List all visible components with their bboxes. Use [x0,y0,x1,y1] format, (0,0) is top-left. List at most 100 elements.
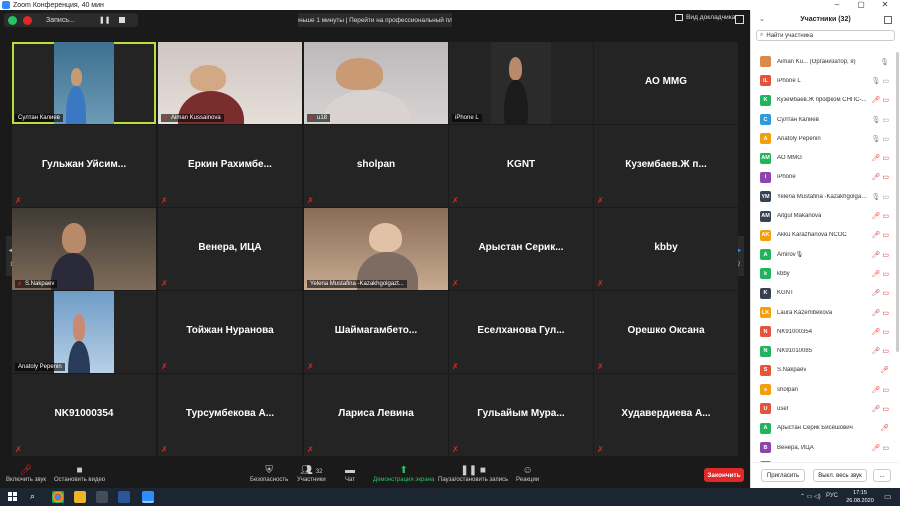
pause-recording-icon[interactable]: ❚❚ [99,16,111,24]
video-tile[interactable]: Еселханова Гул... ✗ [449,291,593,373]
participant-row[interactable]: i iPhone 🎤︎▭ [751,168,899,187]
collapse-chevron-icon[interactable]: ⌄ [759,10,765,30]
participants-scrollbar[interactable] [896,52,899,352]
video-tile[interactable]: KGNT ✗ [449,125,593,207]
participant-row[interactable]: N NK91010085 🎤︎▭ [751,341,899,360]
participant-name: Anatoly Pepenin [777,135,821,142]
video-tile[interactable]: Арыстан Серик... ✗ [449,208,593,290]
notifications-icon[interactable]: ▭ [884,492,892,501]
participant-body [504,79,529,124]
windows-start-icon[interactable] [8,492,18,502]
end-meeting-button[interactable]: Закончить [704,468,744,482]
video-tile[interactable]: Турсумбекова А... ✗ [158,374,302,456]
avatar: N [760,326,771,338]
reactions-button[interactable]: ☺ Реакции [516,465,539,483]
participant-row[interactable]: iL iPhone L 🎙︎▭ [751,71,899,90]
security-button[interactable]: ⛨ Безопасность [250,465,288,483]
video-tile[interactable]: iPhone L [449,42,593,124]
stop-recording-icon[interactable] [118,17,125,23]
video-tile[interactable]: Еркин Рахимбе... ✗ [158,125,302,207]
close-window-button[interactable]: ✕ [874,0,896,10]
video-tile[interactable]: Шаймагамбето... ✗ [304,291,448,373]
participant-row[interactable]: С Султан Калиев 🎙︎▭ [751,110,899,129]
participant-row[interactable]: S S.Nakpaev 🎤︎ [751,361,899,380]
fullscreen-icon[interactable] [735,15,744,24]
video-tile[interactable]: Гульайым Мура... ✗ [449,374,593,456]
tile-name: KGNT [506,159,536,170]
participant-row[interactable]: K KGNT 🎤︎▭ [751,284,899,303]
participant-row[interactable]: AM АО MMG 🎤︎▭ [751,148,899,167]
participant-body [68,340,90,373]
participant-row[interactable]: Aiman Ku... (Организатор, я) 🎙︎ [751,52,899,71]
chat-button[interactable]: ▬ Чат [345,465,355,483]
mic-muted-icon: 🎤︎ [880,367,891,375]
participant-row[interactable]: K Кузембаев.Ж профком СНПС-... 🎤︎▭ [751,91,899,110]
minimize-button[interactable]: – [826,0,848,10]
video-tile[interactable]: Aiman Kussainova [158,42,302,124]
video-tile[interactable]: sholpan ✗ [304,125,448,207]
participant-row[interactable]: B Венера, ИЦА 🎤︎▭ [751,438,899,457]
taskbar-clock[interactable]: 17:15 26.08.2020 [840,489,880,505]
avatar: B [760,442,771,454]
file-explorer-icon[interactable] [74,491,86,503]
participant-name: Aitgul Makanova [777,213,822,220]
participant-row[interactable]: AM Aitgul Makanova 🎤︎▭ [751,206,899,225]
video-grid: Султан Калиев Aiman Kussainova u18 iPhone L… [12,42,738,456]
video-tile[interactable]: Лариса Левина ✗ [304,374,448,456]
video-tile[interactable]: Гульжан Уйсим... ✗ [12,125,156,207]
participant-row[interactable]: k kbby 🎤︎▭ [751,264,899,283]
participant-row[interactable]: A Amirov🎙 🎤︎▭ [751,245,899,264]
participant-row[interactable]: AK Akku Karazhanova NCOC 🎤︎▭ [751,226,899,245]
zoom-taskbar-icon[interactable] [142,491,154,503]
language-indicator[interactable]: РУС [826,493,838,499]
video-tile[interactable]: Тойжан Нуранова ✗ [158,291,302,373]
participant-row[interactable]: Uuser 🎤︎▭ [751,399,899,418]
popout-icon[interactable] [884,16,892,24]
participant-name: NK91000354 [777,328,813,335]
participant-search-input[interactable]: ⌕ Найти участника [756,30,895,41]
unmute-button[interactable]: 🎤︎ Включить звук [6,465,46,483]
video-tile[interactable]: Anatoly Pepenin [12,291,156,373]
security-shield-icon[interactable] [8,15,17,25]
mic-muted-icon: ✗ [307,445,314,454]
video-tile[interactable]: u18 [304,42,448,124]
maximize-button[interactable]: ▢ [850,0,872,10]
stop-video-button[interactable]: ■ Остановить видео [54,465,105,483]
participant-row[interactable]: YM Yelena Mustafina -Kazakhgolgaz... 🎙︎▭ [751,187,899,206]
search-placeholder: Найти участника [766,32,814,39]
security-label: Безопасность [250,477,289,483]
invite-button[interactable]: Пригласить [761,469,805,482]
video-tile[interactable]: kbby ✗ [594,208,738,290]
time-remaining-notice[interactable]: Меньше 1 минуты | Перейти на профессиона… [298,13,452,27]
tray-icons[interactable]: ⌃ ▭ ◁) [800,493,821,500]
video-tile[interactable]: NK91000354 ✗ [12,374,156,456]
participant-row[interactable]: N NK91000354 🎤︎▭ [751,322,899,341]
mic-muted-icon: ✗ [597,279,604,288]
speaker-view-button[interactable]: Вид докладчика [675,14,735,21]
word-icon[interactable] [118,491,130,503]
participant-row[interactable]: s sholpan 🎤︎▭ [751,380,899,399]
search-icon[interactable]: ⌕ [30,491,35,502]
app-icon[interactable] [96,491,108,503]
video-feed [12,208,156,290]
video-tile[interactable]: Yelena Mustafina -Kazakhgolgazt... [304,208,448,290]
video-tile[interactable]: АО MMG [594,42,738,124]
participant-row[interactable]: A Арыстан Серик Бисешович 🎤︎ [751,419,899,438]
video-tile[interactable]: Кузембаев.Ж п... ✗ [594,125,738,207]
participant-row[interactable]: A Anatoly Pepenin 🎙︎▭ [751,129,899,148]
mute-all-button[interactable]: Выкл. весь звук [813,469,867,482]
video-tile[interactable]: Венера, ИЦА ✗ [158,208,302,290]
video-tile[interactable]: Худавердиева А... ✗ [594,374,738,456]
mic-muted-icon: ✗ [15,196,22,205]
chrome-icon[interactable] [52,491,64,503]
record-controls-button[interactable]: ❚❚ ■ Пауза/остановить запись [438,465,508,483]
participant-row[interactable]: LK Laura Kazembekova 🎤︎▭ [751,303,899,322]
share-screen-button[interactable]: ⬆ Демонстрация экрана [373,465,434,483]
participant-name: АО MMG [777,155,802,162]
video-tile[interactable]: S.Nakpaev [12,208,156,290]
video-tile[interactable]: Султан Калиев [12,42,156,124]
windows-taskbar: ⌕ ⌃ ▭ ◁) РУС 17:15 26.08.2020 ▭ [0,488,900,506]
participants-button[interactable]: 👥︎ 32 Участники [297,465,326,483]
more-button[interactable]: ... [873,469,891,482]
video-tile[interactable]: Орешко Оксана ✗ [594,291,738,373]
